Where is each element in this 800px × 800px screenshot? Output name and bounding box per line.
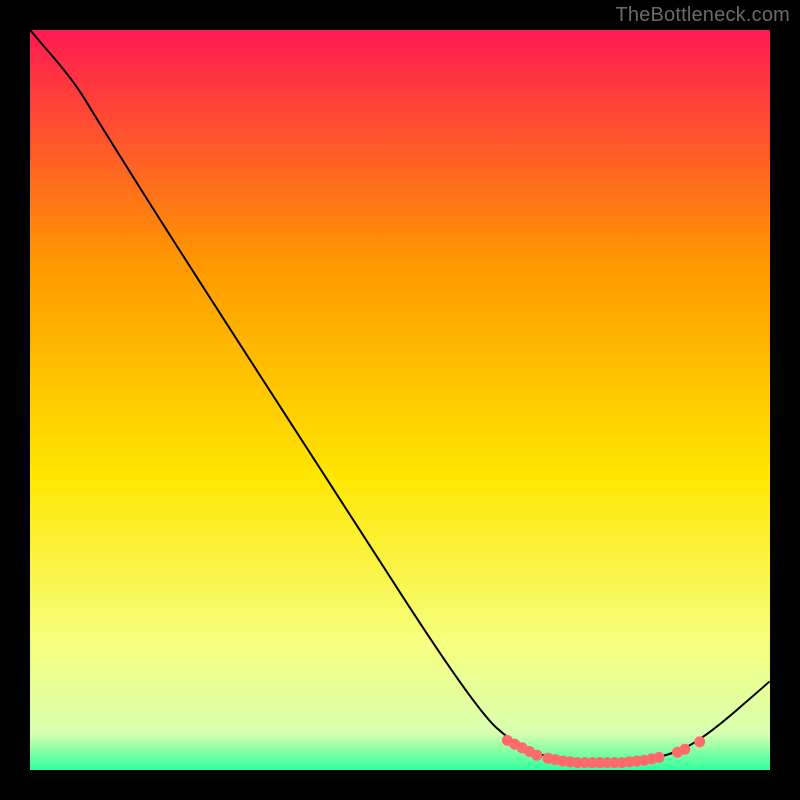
chart-container: TheBottleneck.com xyxy=(0,0,800,800)
plot-svg xyxy=(30,30,770,770)
marker-dot xyxy=(531,750,542,761)
marker-dot xyxy=(694,736,705,747)
marker-dot xyxy=(679,744,690,755)
watermark-text: TheBottleneck.com xyxy=(615,4,790,27)
plot-area xyxy=(30,30,770,770)
marker-dot xyxy=(654,752,665,763)
gradient-background xyxy=(30,30,770,770)
